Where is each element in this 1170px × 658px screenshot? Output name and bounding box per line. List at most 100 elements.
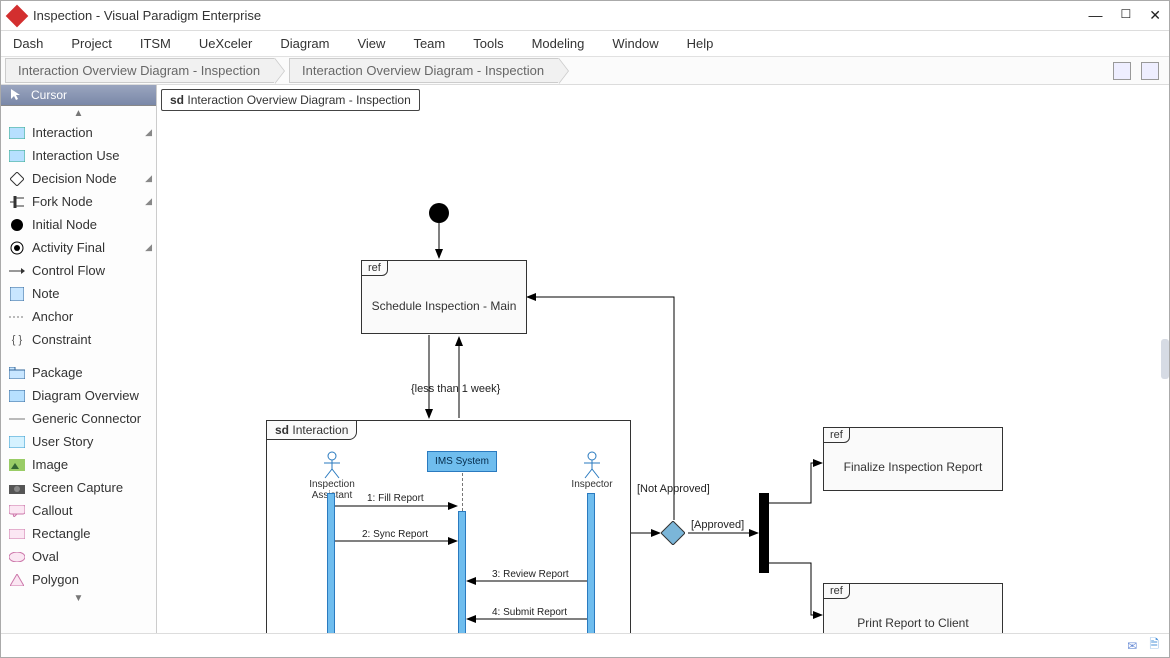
- polygon-icon: [9, 573, 25, 587]
- interaction-icon: [9, 126, 25, 140]
- menu-project[interactable]: Project: [71, 36, 111, 51]
- maximize-button[interactable]: ☐: [1121, 7, 1132, 24]
- palette-user-story[interactable]: User Story: [1, 430, 156, 453]
- msg-submit-report[interactable]: 4: Submit Report: [492, 607, 567, 618]
- initial-node[interactable]: [429, 203, 449, 223]
- image-icon: [9, 458, 25, 472]
- status-mail-icon[interactable]: ✉: [1127, 639, 1137, 653]
- expand-icon: ◢: [145, 127, 152, 138]
- menu-dash[interactable]: Dash: [13, 36, 43, 51]
- initial-icon: [9, 218, 25, 232]
- diagram-overview-icon: [9, 389, 25, 403]
- palette-activity-final[interactable]: Activity Final◢: [1, 236, 156, 259]
- vertical-scrollbar[interactable]: [1161, 339, 1169, 379]
- diagram-canvas[interactable]: sd Interaction Overview Diagram - Inspec…: [157, 85, 1169, 633]
- palette-package[interactable]: Package: [1, 361, 156, 384]
- sd-interaction-frame[interactable]: sd Interaction Inspection Assistant IMS …: [266, 420, 631, 633]
- toolbar-icon-2[interactable]: [1141, 62, 1159, 80]
- menu-uexceler[interactable]: UeXceler: [199, 36, 252, 51]
- ref-tag: ref: [823, 427, 850, 443]
- msg-review-report[interactable]: 3: Review Report: [492, 569, 569, 580]
- palette-cursor[interactable]: Cursor: [1, 85, 156, 106]
- expand-icon: ◢: [145, 242, 152, 253]
- ref-tag: ref: [823, 583, 850, 599]
- palette-screen-capture[interactable]: Screen Capture: [1, 476, 156, 499]
- menu-tools[interactable]: Tools: [473, 36, 503, 51]
- close-button[interactable]: ✕: [1149, 7, 1161, 24]
- minimize-button[interactable]: —: [1089, 7, 1103, 24]
- menu-modeling[interactable]: Modeling: [532, 36, 585, 51]
- shape-palette: Cursor ▲ Interaction◢ Interaction Use De…: [1, 85, 157, 633]
- connector-icon: [9, 412, 25, 426]
- decision-node[interactable]: [661, 521, 685, 545]
- oval-icon: [9, 550, 25, 564]
- menu-help[interactable]: Help: [687, 36, 714, 51]
- palette-collapse-down[interactable]: ▼: [1, 591, 156, 606]
- menu-diagram[interactable]: Diagram: [280, 36, 329, 51]
- palette-anchor[interactable]: Anchor: [1, 305, 156, 328]
- palette-callout[interactable]: Callout: [1, 499, 156, 522]
- control-flow-icon: [9, 264, 25, 278]
- rectangle-icon: [9, 527, 25, 541]
- constraint-icon: { }: [9, 333, 25, 347]
- statusbar: ✉ 🗎: [1, 633, 1169, 657]
- palette-image[interactable]: Image: [1, 453, 156, 476]
- palette-collapse-up[interactable]: ▲: [1, 106, 156, 121]
- ref-finalize-report[interactable]: ref Finalize Inspection Report: [823, 427, 1003, 491]
- palette-decision-node[interactable]: Decision Node◢: [1, 167, 156, 190]
- palette-oval[interactable]: Oval: [1, 545, 156, 568]
- titlebar: Inspection - Visual Paradigm Enterprise …: [1, 1, 1169, 31]
- menu-view[interactable]: View: [357, 36, 385, 51]
- status-doc-icon[interactable]: 🗎: [1149, 635, 1159, 656]
- msg-fill-report[interactable]: 1: Fill Report: [367, 493, 424, 504]
- ref-print-report[interactable]: ref Print Report to Client: [823, 583, 1003, 633]
- ref-schedule-label: Schedule Inspection - Main: [362, 299, 526, 313]
- palette-constraint[interactable]: { }Constraint: [1, 328, 156, 351]
- palette-polygon[interactable]: Polygon: [1, 568, 156, 591]
- decision-icon: [9, 172, 25, 186]
- callout-icon: [9, 504, 25, 518]
- canvas-frame-tab[interactable]: sd Interaction Overview Diagram - Inspec…: [161, 89, 420, 111]
- palette-fork-node[interactable]: Fork Node◢: [1, 190, 156, 213]
- palette-note[interactable]: Note: [1, 282, 156, 305]
- menu-team[interactable]: Team: [413, 36, 445, 51]
- palette-diagram-overview[interactable]: Diagram Overview: [1, 384, 156, 407]
- fork-icon: [9, 195, 25, 209]
- constraint-less-than-week[interactable]: {less than 1 week}: [411, 383, 500, 395]
- canvas-area[interactable]: ref Schedule Inspection - Main {less tha…: [161, 115, 1165, 629]
- palette-interaction[interactable]: Interaction◢: [1, 121, 156, 144]
- anchor-icon: [9, 310, 25, 324]
- palette-cursor-label: Cursor: [31, 88, 67, 102]
- breadcrumb-bar: Interaction Overview Diagram - Inspectio…: [1, 57, 1169, 85]
- palette-rectangle[interactable]: Rectangle: [1, 522, 156, 545]
- canvas-tab-label: Interaction Overview Diagram - Inspectio…: [187, 93, 410, 107]
- menubar: Dash Project ITSM UeXceler Diagram View …: [1, 31, 1169, 57]
- guard-not-approved[interactable]: [Not Approved]: [637, 483, 710, 495]
- breadcrumb-1[interactable]: Interaction Overview Diagram - Inspectio…: [5, 58, 275, 83]
- palette-generic-connector[interactable]: Generic Connector: [1, 407, 156, 430]
- window-controls: — ☐ ✕: [1089, 7, 1162, 24]
- ref-tag: ref: [361, 260, 388, 276]
- toolbar-icon-1[interactable]: [1113, 62, 1131, 80]
- app-window: Inspection - Visual Paradigm Enterprise …: [0, 0, 1170, 658]
- app-logo-icon: [6, 4, 29, 27]
- ref-finalize-label: Finalize Inspection Report: [824, 460, 1002, 474]
- package-icon: [9, 366, 25, 380]
- menu-itsm[interactable]: ITSM: [140, 36, 171, 51]
- camera-icon: [9, 481, 25, 495]
- palette-initial-node[interactable]: Initial Node: [1, 213, 156, 236]
- user-story-icon: [9, 435, 25, 449]
- fork-node[interactable]: [759, 493, 769, 573]
- breadcrumb-actions: [1113, 62, 1169, 80]
- guard-approved[interactable]: [Approved]: [691, 519, 744, 531]
- ref-schedule-inspection[interactable]: ref Schedule Inspection - Main: [361, 260, 527, 334]
- note-icon: [9, 287, 25, 301]
- palette-interaction-use[interactable]: Interaction Use: [1, 144, 156, 167]
- palette-control-flow[interactable]: Control Flow: [1, 259, 156, 282]
- final-icon: [9, 241, 25, 255]
- window-title: Inspection - Visual Paradigm Enterprise: [33, 8, 1089, 23]
- msg-sync-report[interactable]: 2: Sync Report: [362, 529, 428, 540]
- menu-window[interactable]: Window: [612, 36, 658, 51]
- canvas-tab-prefix: sd: [170, 93, 184, 107]
- breadcrumb-2[interactable]: Interaction Overview Diagram - Inspectio…: [289, 58, 559, 83]
